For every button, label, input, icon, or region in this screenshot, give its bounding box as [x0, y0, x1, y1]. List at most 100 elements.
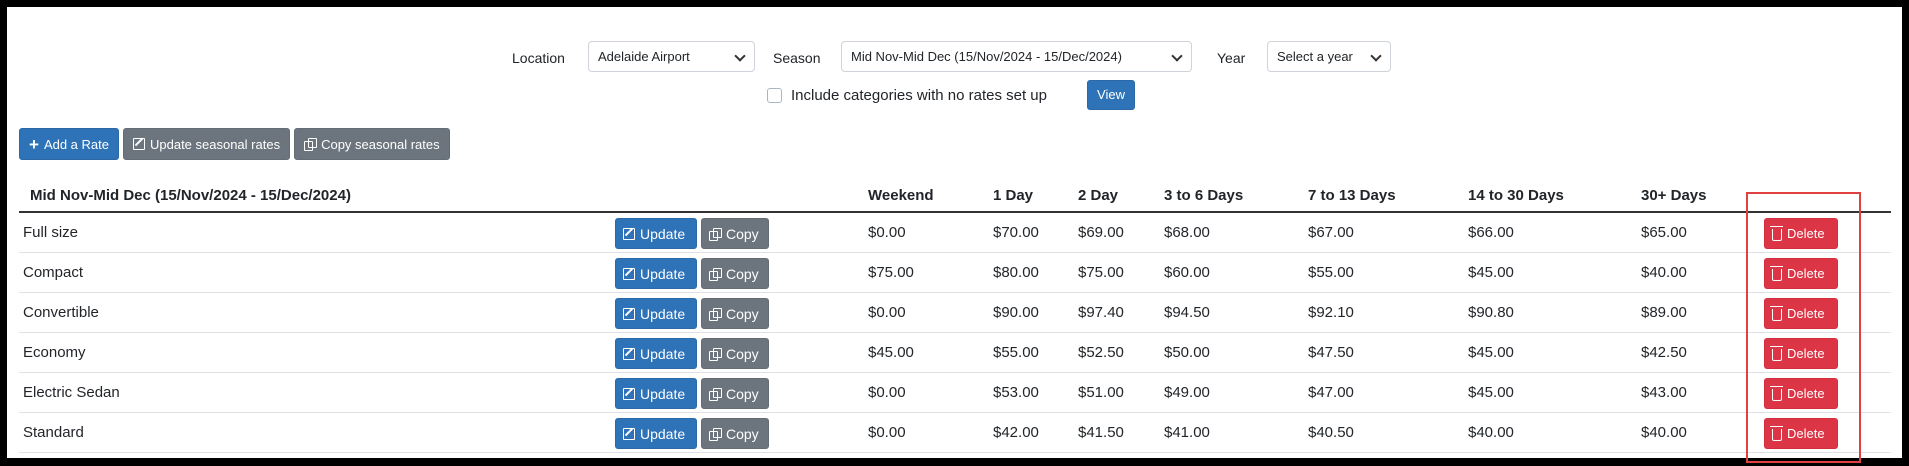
table-row: Full size Update Copy $0.00 $70.00 $69.00 $6… [19, 213, 1891, 253]
copy-row-button[interactable]: Copy [701, 378, 769, 409]
rate-cell: $90.00 [993, 304, 1039, 321]
edit-icon [623, 267, 635, 280]
copy-row-button[interactable]: Copy [701, 338, 769, 369]
chevron-down-icon [1171, 50, 1183, 62]
update-row-button[interactable]: Update [615, 298, 697, 329]
rate-actions: Add a Rate Update seasonal rates Copy se… [19, 128, 450, 160]
col-7-to-13-days: 7 to 13 Days [1308, 187, 1396, 204]
copy-row-button[interactable]: Copy [701, 218, 769, 249]
rate-cell: $92.10 [1308, 304, 1354, 321]
copy-label: Copy [726, 345, 759, 362]
copy-icon [709, 427, 722, 441]
copy-label: Copy [726, 425, 759, 442]
rate-cell: $45.00 [868, 344, 914, 361]
col-weekend: Weekend [868, 187, 934, 204]
rate-cell: $52.50 [1078, 344, 1124, 361]
rate-cell: $60.00 [1164, 264, 1210, 281]
edit-icon [623, 307, 635, 320]
update-row-button[interactable]: Update [615, 258, 697, 289]
include-empty-row: Include categories with no rates set up [767, 83, 1047, 107]
rate-cell: $70.00 [993, 224, 1039, 241]
rate-cell: $68.00 [1164, 224, 1210, 241]
add-rate-label: Add a Rate [43, 136, 109, 152]
copy-row-button[interactable]: Copy [701, 298, 769, 329]
rate-cell: $47.00 [1308, 384, 1354, 401]
table-row: Electric Sedan Update Copy $0.00 $53.00 $51… [19, 373, 1891, 413]
rate-cell: $43.00 [1641, 384, 1687, 401]
update-label: Update [640, 225, 686, 242]
rate-cell: $45.00 [1468, 344, 1514, 361]
rate-cell: $75.00 [868, 264, 914, 281]
rate-cell: $0.00 [868, 224, 906, 241]
season-select[interactable]: Mid Nov-Mid Dec (15/Nov/2024 - 15/Dec/20… [841, 41, 1192, 72]
category-name: Electric Sedan [23, 384, 120, 401]
year-select-value: Select a year [1277, 49, 1353, 64]
edit-icon [132, 138, 145, 150]
update-row-button[interactable]: Update [615, 218, 697, 249]
update-row-button[interactable]: Update [615, 378, 697, 409]
delete-column-highlight [1746, 192, 1861, 463]
category-name: Full size [23, 224, 79, 241]
update-label: Update [640, 425, 686, 442]
rate-cell: $40.00 [1641, 264, 1687, 281]
update-label: Update [640, 385, 686, 402]
location-select[interactable]: Adelaide Airport [588, 41, 755, 72]
update-label: Update [640, 345, 686, 362]
copy-icon [709, 307, 722, 321]
rate-cell: $66.00 [1468, 224, 1514, 241]
table-header: Mid Nov-Mid Dec (15/Nov/2024 - 15/Dec/20… [19, 179, 1891, 213]
copy-label: Copy [726, 385, 759, 402]
rate-cell: $55.00 [993, 344, 1039, 361]
update-seasonal-label: Update seasonal rates [149, 136, 281, 152]
col-3-to-6-days: 3 to 6 Days [1164, 187, 1244, 204]
season-label: Season [773, 50, 821, 66]
rate-cell: $40.00 [1468, 424, 1514, 441]
rate-cell: $45.00 [1468, 384, 1514, 401]
copy-seasonal-label: Copy seasonal rates [321, 136, 440, 152]
table-row: Economy Update Copy $45.00 $55.00 $52.50 $50… [19, 333, 1891, 373]
rate-cell: $41.50 [1078, 424, 1124, 441]
copy-seasonal-rates-button[interactable]: Copy seasonal rates [294, 128, 450, 160]
plus-icon [29, 136, 39, 153]
chevron-down-icon [1370, 50, 1382, 62]
category-name: Standard [23, 424, 84, 441]
rate-cell: $65.00 [1641, 224, 1687, 241]
update-seasonal-rates-button[interactable]: Update seasonal rates [122, 128, 291, 160]
rate-cell: $40.50 [1308, 424, 1354, 441]
update-row-button[interactable]: Update [615, 338, 697, 369]
rate-cell: $55.00 [1308, 264, 1354, 281]
add-rate-button[interactable]: Add a Rate [19, 128, 119, 160]
rate-cell: $53.00 [993, 384, 1039, 401]
copy-icon [709, 267, 722, 281]
rate-cell: $50.00 [1164, 344, 1210, 361]
include-empty-checkbox[interactable] [767, 87, 782, 103]
col-30-plus-days: 30+ Days [1641, 187, 1707, 204]
col-1-day: 1 Day [993, 187, 1034, 204]
rate-cell: $89.00 [1641, 304, 1687, 321]
copy-row-button[interactable]: Copy [701, 258, 769, 289]
year-select[interactable]: Select a year [1267, 41, 1391, 72]
season-select-value: Mid Nov-Mid Dec (15/Nov/2024 - 15/Dec/20… [851, 49, 1122, 64]
update-row-button[interactable]: Update [615, 418, 697, 449]
copy-row-button[interactable]: Copy [701, 418, 769, 449]
edit-icon [623, 387, 635, 400]
col-2-day: 2 Day [1078, 187, 1119, 204]
location-label: Location [512, 50, 565, 66]
rate-cell: $75.00 [1078, 264, 1124, 281]
copy-label: Copy [726, 265, 759, 282]
chevron-down-icon [734, 50, 746, 62]
rates-table: Mid Nov-Mid Dec (15/Nov/2024 - 15/Dec/20… [19, 179, 1891, 453]
season-title: Mid Nov-Mid Dec (15/Nov/2024 - 15/Dec/20… [30, 187, 351, 204]
copy-icon [709, 227, 722, 241]
update-label: Update [640, 305, 686, 322]
table-row: Convertible Update Copy $0.00 $90.00 $97.40… [19, 293, 1891, 333]
rate-cell: $0.00 [868, 384, 906, 401]
include-empty-label[interactable]: Include categories with no rates set up [791, 87, 1047, 104]
copy-label: Copy [726, 225, 759, 242]
category-name: Convertible [23, 304, 99, 321]
table-body: Full size Update Copy $0.00 $70.00 $69.00 $6… [19, 213, 1891, 453]
view-button[interactable]: View [1087, 80, 1135, 110]
category-name: Economy [23, 344, 86, 361]
copy-label: Copy [726, 305, 759, 322]
copy-icon [709, 387, 722, 401]
